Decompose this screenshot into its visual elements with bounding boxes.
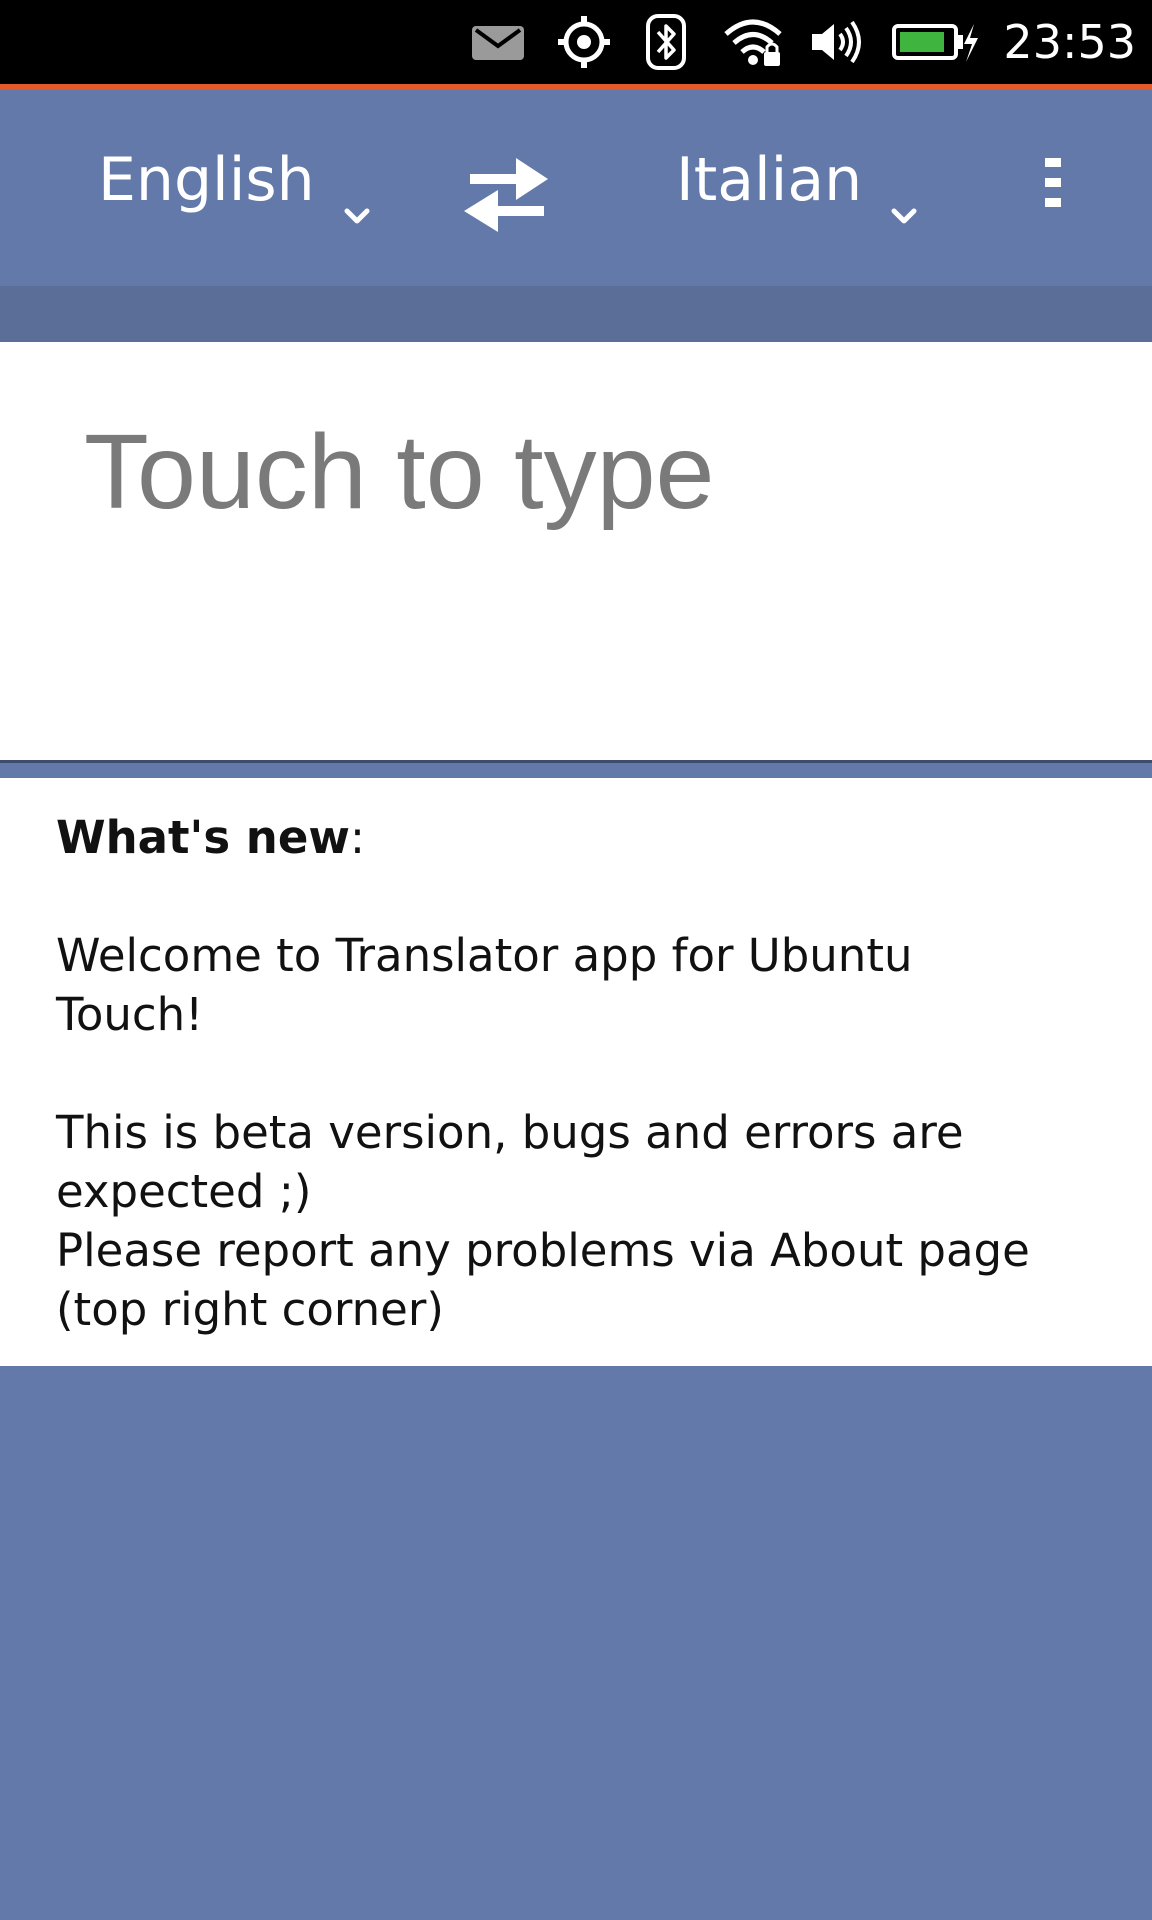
swap-arrows-icon <box>456 158 556 248</box>
status-time: 23:53 <box>1003 15 1136 69</box>
source-text-input[interactable]: Touch to type <box>0 342 1152 760</box>
whats-new-heading-colon: : <box>349 811 366 864</box>
chevron-down-icon <box>337 176 377 224</box>
overflow-menu-button[interactable] <box>1028 150 1078 230</box>
swap-languages-button[interactable] <box>456 144 556 244</box>
header-divider <box>0 286 1152 342</box>
whats-new-content: What's new: Welcome to Translator app fo… <box>56 808 1096 1339</box>
status-bar: 23:53 <box>0 0 1152 84</box>
input-placeholder: Touch to type <box>84 413 715 531</box>
battery-charging-icon <box>890 14 980 70</box>
source-language-selector[interactable]: English <box>98 130 377 230</box>
mail-icon <box>468 14 528 70</box>
bluetooth-icon <box>644 14 688 70</box>
whats-new-heading: What's new <box>56 811 350 864</box>
welcome-text: Welcome to Translator app for Ubuntu Tou… <box>56 929 913 1041</box>
location-icon <box>554 14 614 70</box>
overflow-menu-icon <box>1028 158 1078 234</box>
target-language-label: Italian <box>676 145 863 215</box>
beta-note-text: This is beta version, bugs and errors ar… <box>56 1106 964 1218</box>
source-language-label: English <box>98 145 315 215</box>
volume-icon <box>808 14 864 70</box>
input-divider <box>0 760 1152 778</box>
wifi-icon <box>722 14 784 70</box>
report-note-text: Please report any problems via About pag… <box>56 1224 1030 1336</box>
header-toolbar: English Italian <box>0 90 1152 286</box>
translator-screen: 23:53 English Italian Touch to type What… <box>0 0 1152 1920</box>
whats-new-panel: What's new: Welcome to Translator app fo… <box>0 778 1152 1366</box>
target-language-selector[interactable]: Italian <box>676 130 924 230</box>
chevron-down-icon <box>884 176 924 224</box>
whats-new-heading-line: What's new: <box>56 808 1096 867</box>
